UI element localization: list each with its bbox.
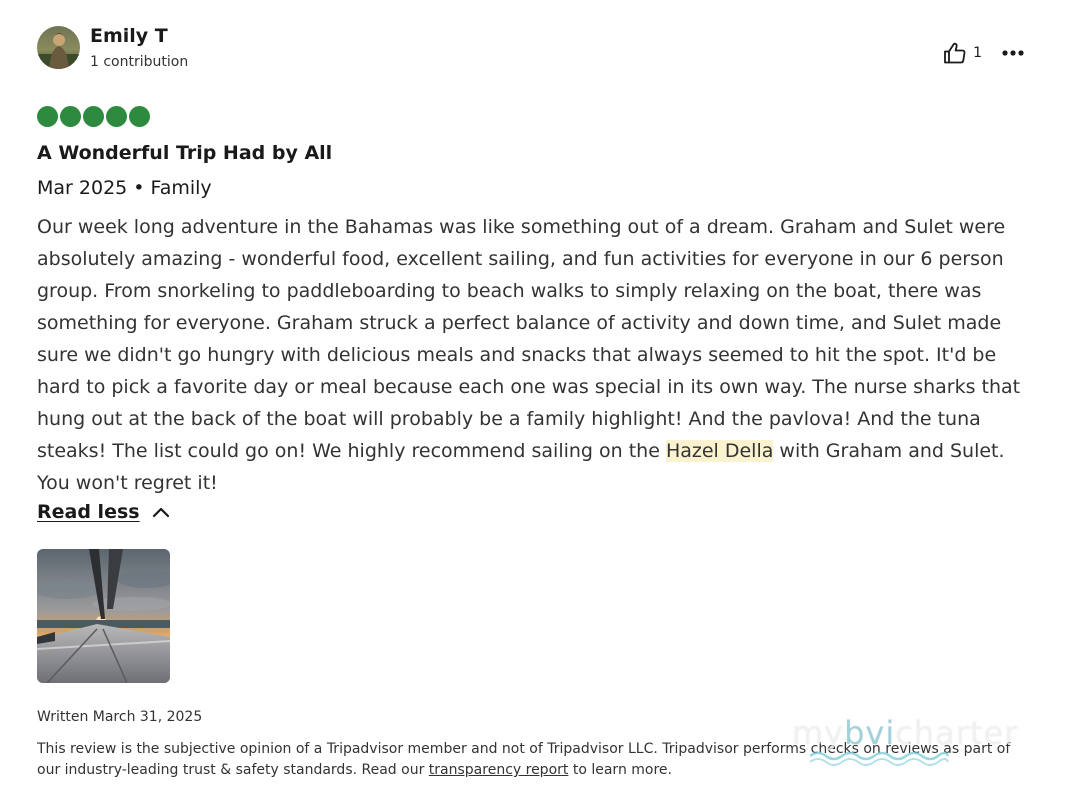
rating-bubble-icon	[106, 106, 127, 127]
trip-meta: Mar 2025 • Family	[37, 177, 212, 199]
read-less-label: Read less	[37, 501, 140, 523]
helpful-vote-button[interactable]: 1	[943, 42, 982, 64]
more-options-button[interactable]	[1002, 50, 1024, 56]
rating-bubble-icon	[37, 106, 58, 127]
review-actions: 1	[943, 42, 1024, 64]
helpful-count: 1	[973, 45, 982, 61]
rating-bubble-icon	[129, 106, 150, 127]
reviewer-name[interactable]: Emily T	[90, 25, 168, 47]
rating-bubbles	[37, 106, 152, 127]
chevron-up-icon	[152, 507, 170, 518]
read-less-button[interactable]: Read less	[37, 501, 170, 523]
review-header: Emily T 1 contribution 1	[37, 22, 1037, 78]
more-options-icon	[1002, 50, 1024, 56]
written-date: Written March 31, 2025	[37, 709, 203, 725]
thumbs-up-icon	[944, 42, 966, 64]
disclaimer: This review is the subjective opinion of…	[37, 739, 1037, 781]
rating-bubble-icon	[83, 106, 104, 127]
highlighted-term: Hazel Della	[665, 440, 774, 462]
disclaimer-text-end: to learn more.	[568, 762, 672, 778]
contribution-count: 1 contribution	[90, 54, 189, 70]
review-photo[interactable]	[37, 549, 170, 683]
review-body: Our week long adventure in the Bahamas w…	[37, 211, 1037, 499]
review-body-text: Our week long adventure in the Bahamas w…	[37, 216, 1021, 462]
rating-bubble-icon	[60, 106, 81, 127]
transparency-report-link[interactable]: transparency report	[429, 762, 569, 778]
review-card: Emily T 1 contribution 1 A Wonderful Tri…	[37, 22, 1037, 778]
avatar[interactable]	[37, 26, 80, 69]
review-title[interactable]: A Wonderful Trip Had by All	[37, 142, 332, 164]
